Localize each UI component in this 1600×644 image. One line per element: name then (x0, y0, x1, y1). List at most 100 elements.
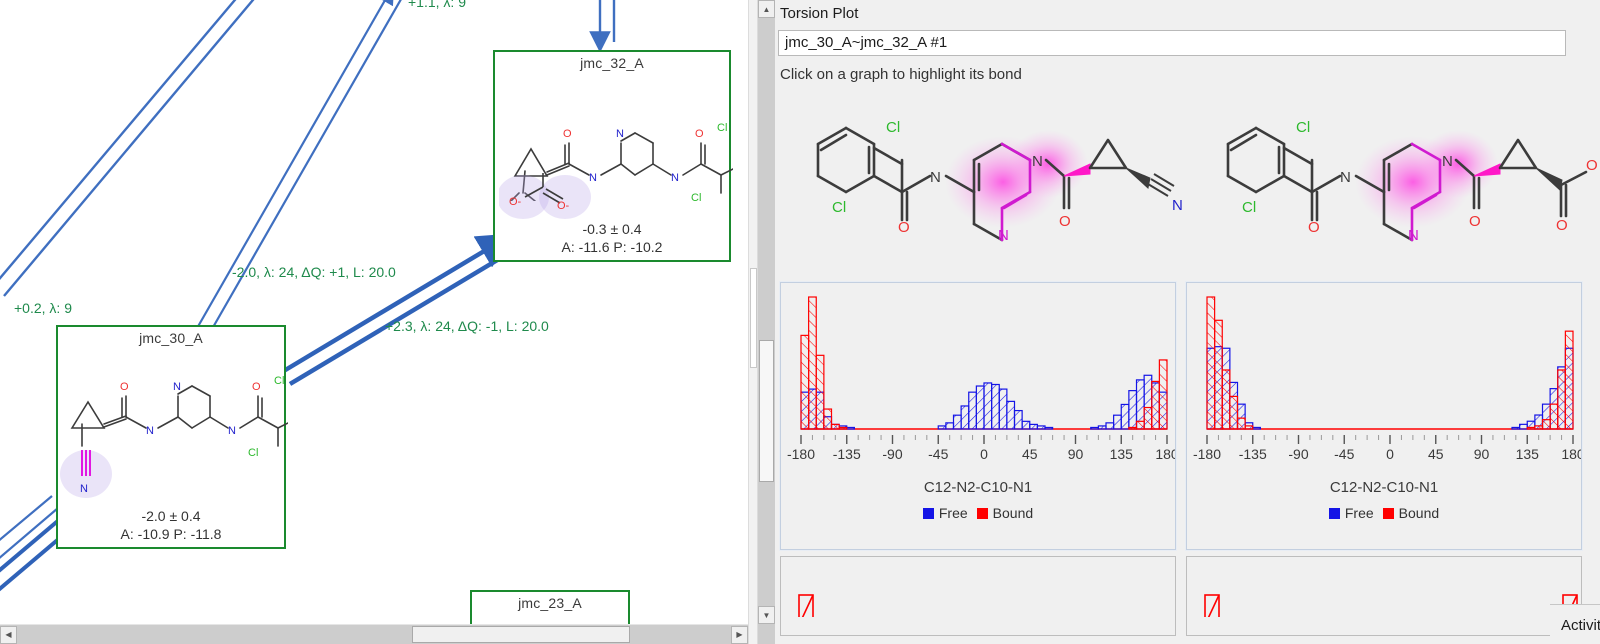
legend-swatch-bound (976, 507, 988, 519)
legend-label-bound: Bound (992, 505, 1034, 521)
node-ap: A: -10.9 P: -11.8 (120, 525, 222, 542)
node-delta: -0.3 ± 0.4 (582, 221, 642, 237)
perturbation-name-field[interactable]: jmc_30_A~jmc_32_A #1 (778, 30, 1566, 56)
graph-horizontal-scrollbar[interactable]: ◀ ▶ (0, 624, 748, 644)
svg-text:N: N (930, 169, 941, 186)
svg-text:-135: -135 (1239, 446, 1267, 462)
axis-title-2: C12-N2-C10-N1 (1329, 479, 1439, 496)
torsion-histogram-card-1[interactable]: -180 -135 -90 -45 0 45 90 135 180 C12-N2-C10-N1 … (779, 281, 1177, 551)
splitter-grip[interactable] (750, 268, 757, 368)
panel-title: Torsion Plot (780, 5, 859, 22)
svg-text:-45: -45 (1334, 446, 1354, 462)
svg-text:-90: -90 (882, 446, 902, 462)
svg-text:Cl: Cl (274, 375, 284, 387)
pane-splitter[interactable] (748, 0, 758, 644)
histogram-plot-3[interactable] (781, 557, 1175, 626)
legend-label-free: Free (1344, 505, 1374, 521)
legend-item-free: Free (1328, 505, 1374, 521)
node-ap: A: -11.6 P: -10.2 (561, 238, 663, 255)
vertical-scroll-thumb[interactable] (759, 340, 774, 482)
svg-text:N: N (1172, 197, 1183, 214)
svg-text:N: N (173, 381, 181, 393)
legend-2: Free Bound (1187, 505, 1581, 521)
svg-text:45: 45 (1428, 446, 1444, 462)
node-stats-jmc_32_A: -0.3 ± 0.4 A: -11.6 P: -10.2 (562, 221, 663, 260)
svg-text:O-: O- (557, 200, 570, 212)
svg-text:O: O (252, 381, 261, 393)
tab-activity[interactable]: Activity ... (1550, 608, 1600, 643)
legend-swatch-bound (1382, 507, 1394, 519)
scroll-left-arrow-icon[interactable]: ◀ (0, 625, 17, 644)
legend-label-free: Free (938, 505, 968, 521)
svg-text:135: 135 (1516, 446, 1540, 462)
svg-text:-180: -180 (1193, 446, 1221, 462)
scroll-right-arrow-icon[interactable]: ▶ (731, 625, 748, 644)
svg-text:90: 90 (1474, 446, 1490, 462)
node-delta: -2.0 ± 0.4 (141, 508, 201, 524)
torsion-plot-panel: Torsion Plot jmc_30_A~jmc_32_A #1 Click … (775, 0, 1600, 644)
legend-item-bound: Bound (1382, 505, 1440, 521)
svg-text:O-: O- (1586, 157, 1598, 174)
legend-swatch-free (1328, 507, 1340, 519)
scroll-up-arrow-icon[interactable]: ▲ (758, 0, 775, 18)
legend-swatch-free (922, 507, 934, 519)
svg-text:N: N (1408, 227, 1419, 244)
svg-text:O: O (1556, 217, 1568, 234)
bottom-tab-bar[interactable]: Activity ...3DCycle Er...Torsion ...Conv… (1550, 604, 1600, 644)
axis-title-1: C12-N2-C10-N1 (923, 479, 1033, 496)
torsion-histogram-card-2[interactable]: -180 -135 -90 -45 0 45 90 135 180 C12-N2-C10-N1 … (1185, 281, 1583, 551)
svg-text:45: 45 (1022, 446, 1038, 462)
svg-text:O: O (563, 128, 572, 140)
svg-text:O-: O- (509, 196, 522, 208)
svg-text:180: 180 (1561, 446, 1581, 462)
svg-text:O: O (1469, 213, 1481, 230)
torsion-histogram-card-3[interactable] (780, 556, 1176, 636)
legend-label-bound: Bound (1398, 505, 1440, 521)
svg-text:Cl: Cl (248, 447, 258, 459)
histogram-plot-2[interactable]: -180 -135 -90 -45 0 45 90 135 180 (1187, 283, 1581, 473)
svg-text:135: 135 (1110, 446, 1134, 462)
horizontal-scroll-thumb[interactable] (412, 626, 630, 643)
graph-vertical-scrollbar[interactable]: ▲ ▼ (758, 0, 775, 644)
svg-text:Cl: Cl (886, 119, 900, 136)
scroll-down-arrow-icon[interactable]: ▼ (758, 606, 775, 624)
svg-text:Cl: Cl (1242, 199, 1256, 216)
svg-text:Cl: Cl (691, 192, 701, 201)
edge-label-4: +1.1, λ: 9 (408, 0, 466, 10)
node-structure-jmc_32_A: O N N N O Cl Cl O- O- (495, 71, 738, 221)
edge-label-3: +0.2, λ: 9 (14, 300, 72, 316)
svg-text:-45: -45 (928, 446, 948, 462)
panel-hint-text: Click on a graph to highlight its bond (780, 66, 1022, 83)
svg-text:0: 0 (1386, 446, 1394, 462)
svg-text:O: O (1308, 219, 1320, 236)
left-molecule-diagram[interactable]: Cl Cl O N N N O N (778, 92, 1188, 274)
legend-1: Free Bound (781, 505, 1175, 521)
svg-text:O: O (898, 219, 910, 236)
edge-label-2: +2.3, λ: 24, ΔQ: -1, L: 20.0 (385, 318, 549, 334)
legend-item-bound: Bound (976, 505, 1034, 521)
torsion-histogram-grid: -180 -135 -90 -45 0 45 90 135 180 C12-N2-C10-N1 … (778, 281, 1596, 636)
svg-text:N: N (1340, 169, 1351, 186)
svg-text:O: O (120, 381, 129, 393)
svg-text:Cl: Cl (832, 199, 846, 216)
svg-text:N: N (1442, 153, 1453, 170)
histogram-plot-1[interactable]: -180 -135 -90 -45 0 45 90 135 180 (781, 283, 1175, 473)
svg-text:N: N (1032, 153, 1043, 170)
application-window: jmc_32_A O N N N O Cl Cl O- O- -0.3 ± 0.… (0, 0, 1600, 644)
svg-text:N: N (671, 172, 679, 184)
node-structure-jmc_30_A: O N N N O Cl Cl N (58, 346, 295, 508)
histogram-plot-4[interactable] (1187, 557, 1581, 626)
right-molecule-diagram[interactable]: Cl Cl O N N N O O O- (1188, 92, 1598, 274)
torsion-histogram-card-4[interactable] (1186, 556, 1582, 636)
svg-text:0: 0 (980, 446, 988, 462)
svg-text:O: O (1059, 213, 1071, 230)
svg-text:-90: -90 (1288, 446, 1308, 462)
perturbation-graph-canvas[interactable]: jmc_32_A O N N N O Cl Cl O- O- -0.3 ± 0.… (0, 0, 748, 644)
svg-text:N: N (80, 483, 88, 495)
svg-text:Cl: Cl (717, 122, 727, 134)
edge-label-1: -2.0, λ: 24, ΔQ: +1, L: 20.0 (232, 264, 396, 280)
graph-node-jmc_32_A[interactable]: jmc_32_A O N N N O Cl Cl O- O- -0.3 ± 0.… (493, 50, 738, 262)
graph-node-jmc_30_A[interactable]: jmc_30_A O N N N O Cl Cl N -2.0 ± 0.4 A:… (56, 325, 295, 549)
node-title: jmc_32_A (580, 55, 644, 71)
svg-text:N: N (228, 425, 236, 437)
